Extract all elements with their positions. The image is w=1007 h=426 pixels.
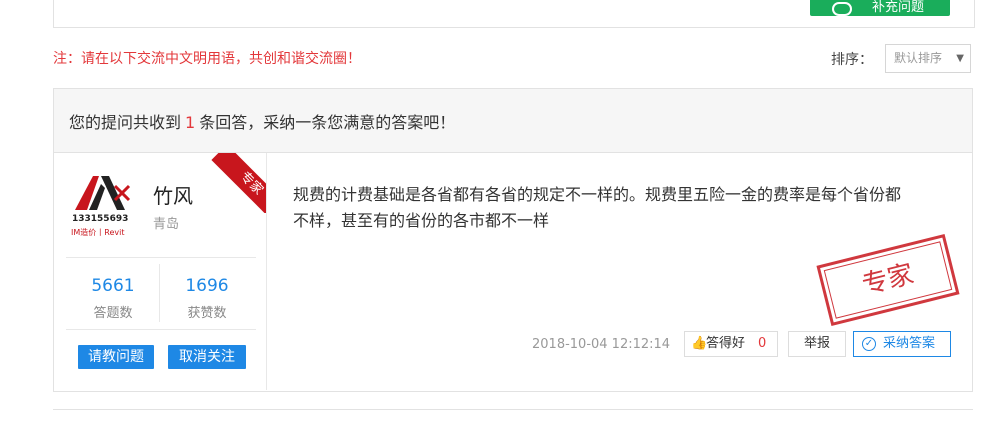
ask-question-button[interactable]: 请教问题 [78, 345, 154, 369]
answers-header: 您的提问共收到 1 条回答，采纳一条您满意的答案吧！ [54, 89, 972, 153]
answers-label: 答题数 [93, 306, 133, 321]
answer-text: 规费的计费基础是各省都有各省的规定不一样的。规费里五险一金的费率是每个省份都不样… [293, 185, 902, 230]
answer-count: 1 [185, 113, 196, 132]
avatar-caption-number: 133155693 [72, 214, 129, 224]
answers-panel: 您的提问共收到 1 条回答，采纳一条您满意的答案吧！ 133155693 IM造价丨… [53, 88, 973, 392]
sort-selected-value: 默认排序 [894, 51, 943, 65]
summary-prefix: 您的提问共收到 [69, 113, 182, 132]
report-button[interactable]: 举报 [788, 331, 846, 357]
likes-stat: 1696 获赞数 [162, 276, 252, 321]
expert-stamp: 专家 [816, 233, 960, 327]
stat-divider [159, 264, 160, 322]
chat-bubble-icon [832, 2, 852, 16]
like-answer-button[interactable]: 👍 答得好 0 [684, 331, 778, 357]
logo-mark-icon [75, 176, 131, 210]
sort-select[interactable]: 默认排序 ▼ [885, 44, 971, 73]
like-label: 答得好 [706, 336, 746, 351]
unfollow-button[interactable]: 取消关注 [168, 345, 246, 369]
answers-count: 5661 [91, 276, 135, 296]
civility-notice: 注：请在以下交流中文明用语，共创和谐交流圈！ [53, 51, 361, 67]
section-divider [53, 409, 973, 410]
accept-answer-button[interactable]: ✓ 采纳答案 [853, 331, 951, 357]
avatar[interactable]: 133155693 IM造价丨Revit [71, 170, 143, 240]
answers-summary: 您的提问共收到 1 条回答，采纳一条您满意的答案吧！ [69, 109, 455, 133]
supplement-question-button[interactable]: 补充问题 [810, 0, 950, 16]
accept-label: 采纳答案 [883, 336, 936, 351]
caret-down-icon: ▼ [956, 53, 964, 64]
user-city: 青岛 [153, 217, 180, 232]
user-name[interactable]: 竹风 [153, 180, 193, 209]
expert-badge: 专家 [211, 153, 266, 213]
divider [66, 257, 256, 258]
summary-suffix: 条回答，采纳一条您满意的答案吧！ [199, 113, 456, 132]
answer-timestamp: 2018-10-04 12:12:14 [532, 337, 671, 352]
sort-label: 排序： [831, 52, 873, 68]
likes-count: 1696 [185, 276, 229, 296]
thumbs-up-icon: 👍 [691, 336, 708, 351]
like-count: 0 [758, 336, 767, 351]
likes-label: 获赞数 [187, 306, 227, 321]
expert-ribbon: 专家 [208, 153, 266, 213]
check-circle-icon: ✓ [862, 337, 876, 351]
answerer-card: 133155693 IM造价丨Revit 竹风 青岛 专家 5661 答题数 1… [58, 153, 267, 390]
divider [66, 329, 256, 330]
avatar-caption-brand: IM造价丨Revit [71, 228, 125, 237]
answers-stat: 5661 答题数 [68, 276, 158, 321]
